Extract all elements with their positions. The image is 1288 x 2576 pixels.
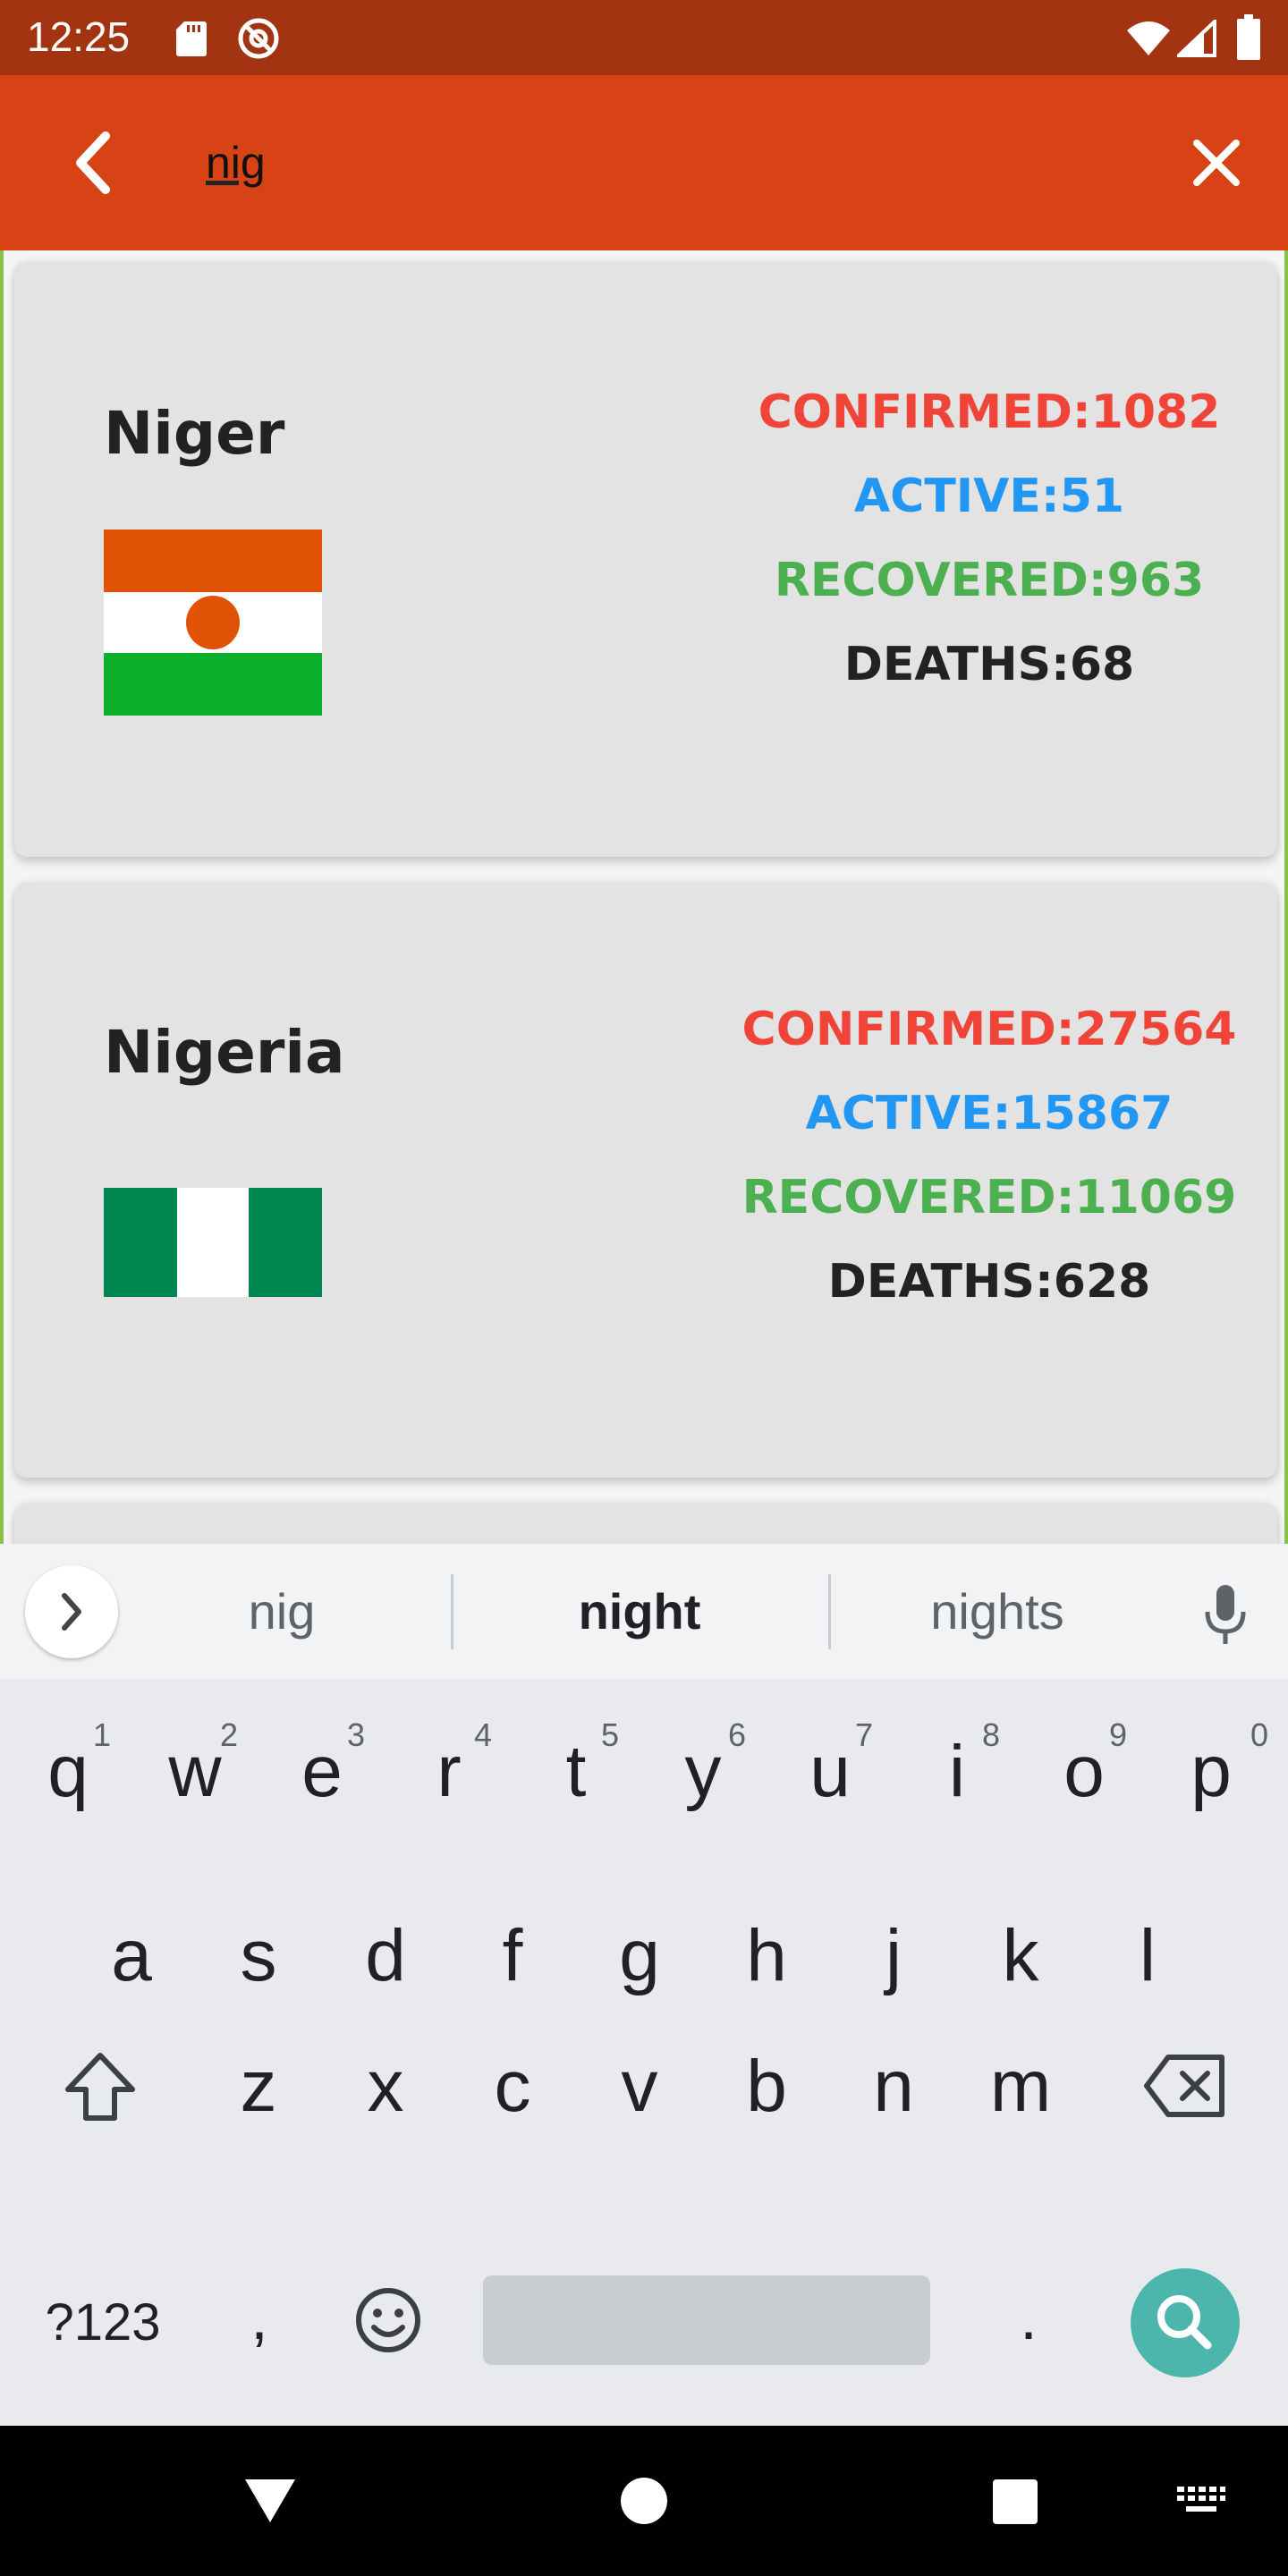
- key-t[interactable]: t5: [513, 1696, 639, 1848]
- key-d[interactable]: d: [323, 1880, 448, 2032]
- key-n[interactable]: n: [831, 2011, 956, 2163]
- confirmed-count: CONFIRMED:27564: [741, 1003, 1237, 1056]
- symbols-key[interactable]: ?123: [18, 2283, 188, 2363]
- country-card[interactable]: Nigeria CONFIRMED:27564 ACTIVE:15867 REC…: [14, 884, 1277, 1478]
- search-input[interactable]: [206, 120, 1118, 206]
- country-name: Nigeria: [104, 1018, 345, 1087]
- country-card[interactable]: Niger CONFIRMED:1082 ACTIVE:51 RECOVERED…: [14, 263, 1277, 857]
- key-k[interactable]: k: [958, 1880, 1083, 2032]
- search-icon: [1157, 2295, 1212, 2350]
- key-z[interactable]: z: [196, 2011, 321, 2163]
- key-a[interactable]: a: [69, 1880, 194, 2032]
- active-count: ACTIVE:15867: [805, 1087, 1174, 1140]
- suggestion-1[interactable]: nig: [134, 1574, 429, 1649]
- search-toolbar: [0, 75, 1288, 250]
- key-e[interactable]: e3: [259, 1696, 385, 1848]
- at-sign-icon: [238, 18, 279, 59]
- key-y[interactable]: y6: [640, 1696, 766, 1848]
- key-u[interactable]: u7: [767, 1696, 893, 1848]
- key-i[interactable]: i8: [894, 1696, 1020, 1848]
- deaths-count: DEATHS:628: [827, 1255, 1151, 1309]
- back-triangle-icon[interactable]: [243, 2474, 297, 2528]
- home-circle-icon[interactable]: [619, 2476, 669, 2526]
- suggestion-3[interactable]: nights: [850, 1574, 1145, 1649]
- status-bar: 12:25: [0, 0, 1288, 75]
- key-w[interactable]: w2: [132, 1696, 258, 1848]
- search-action-key[interactable]: [1131, 2268, 1240, 2377]
- key-g[interactable]: g: [577, 1880, 702, 2032]
- period-key[interactable]: .: [993, 2268, 1064, 2367]
- mic-icon[interactable]: [1202, 1583, 1249, 1648]
- wifi-icon: [1127, 21, 1170, 55]
- sd-card-icon: [176, 21, 207, 56]
- recovered-count: RECOVERED:11069: [741, 1171, 1237, 1224]
- country-list: Niger CONFIRMED:1082 ACTIVE:51 RECOVERED…: [0, 250, 1288, 1544]
- stats-block: CONFIRMED:27564 ACTIVE:15867 RECOVERED:1…: [694, 987, 1284, 1324]
- navigation-bar: [0, 2426, 1288, 2576]
- key-v[interactable]: v: [577, 2011, 702, 2163]
- key-q[interactable]: q1: [5, 1696, 131, 1848]
- suggestion-2[interactable]: night: [465, 1574, 814, 1649]
- key-c[interactable]: c: [450, 2011, 575, 2163]
- space-key[interactable]: [483, 2275, 930, 2365]
- backspace-icon[interactable]: [1141, 2050, 1231, 2122]
- confirmed-count: CONFIRMED:1082: [758, 386, 1221, 439]
- soft-keyboard: nig night nights q1 w2 e3 r4 t5 y6 u7 i8…: [0, 1544, 1288, 2426]
- expand-suggestions-button[interactable]: [25, 1565, 118, 1658]
- key-s[interactable]: s: [196, 1880, 321, 2032]
- suggestion-bar: nig night nights: [0, 1544, 1288, 1680]
- country-name: Niger: [104, 399, 285, 468]
- emoji-icon[interactable]: [352, 2284, 424, 2356]
- key-b[interactable]: b: [704, 2011, 829, 2163]
- key-j[interactable]: j: [831, 1880, 956, 2032]
- key-x[interactable]: x: [323, 2011, 448, 2163]
- recents-square-icon[interactable]: [991, 2478, 1039, 2526]
- key-m[interactable]: m: [958, 2011, 1083, 2163]
- suggestion-divider: [451, 1574, 453, 1649]
- country-card[interactable]: [14, 1504, 1277, 1544]
- nigeria-flag-icon: [104, 1188, 322, 1297]
- key-p[interactable]: p0: [1148, 1696, 1274, 1848]
- back-arrow-icon[interactable]: [54, 118, 143, 208]
- key-o[interactable]: o9: [1021, 1696, 1147, 1848]
- chevron-right-icon: [62, 1593, 81, 1631]
- battery-icon: [1237, 14, 1260, 60]
- shift-icon[interactable]: [55, 2043, 145, 2132]
- active-count: ACTIVE:51: [853, 470, 1125, 523]
- close-icon[interactable]: [1172, 118, 1261, 208]
- key-f[interactable]: f: [450, 1880, 575, 2032]
- key-h[interactable]: h: [704, 1880, 829, 2032]
- keyboard-switch-icon[interactable]: [1175, 2483, 1227, 2519]
- niger-flag-icon: [104, 530, 322, 716]
- comma-key[interactable]: ,: [224, 2268, 295, 2367]
- stats-block: CONFIRMED:1082 ACTIVE:51 RECOVERED:963 D…: [694, 370, 1284, 707]
- deaths-count: DEATHS:68: [843, 638, 1135, 691]
- recovered-count: RECOVERED:963: [774, 554, 1205, 607]
- key-r[interactable]: r4: [386, 1696, 512, 1848]
- key-l[interactable]: l: [1085, 1880, 1210, 2032]
- status-time: 12:25: [27, 13, 131, 60]
- suggestion-divider: [828, 1574, 831, 1649]
- signal-icon: [1177, 20, 1216, 57]
